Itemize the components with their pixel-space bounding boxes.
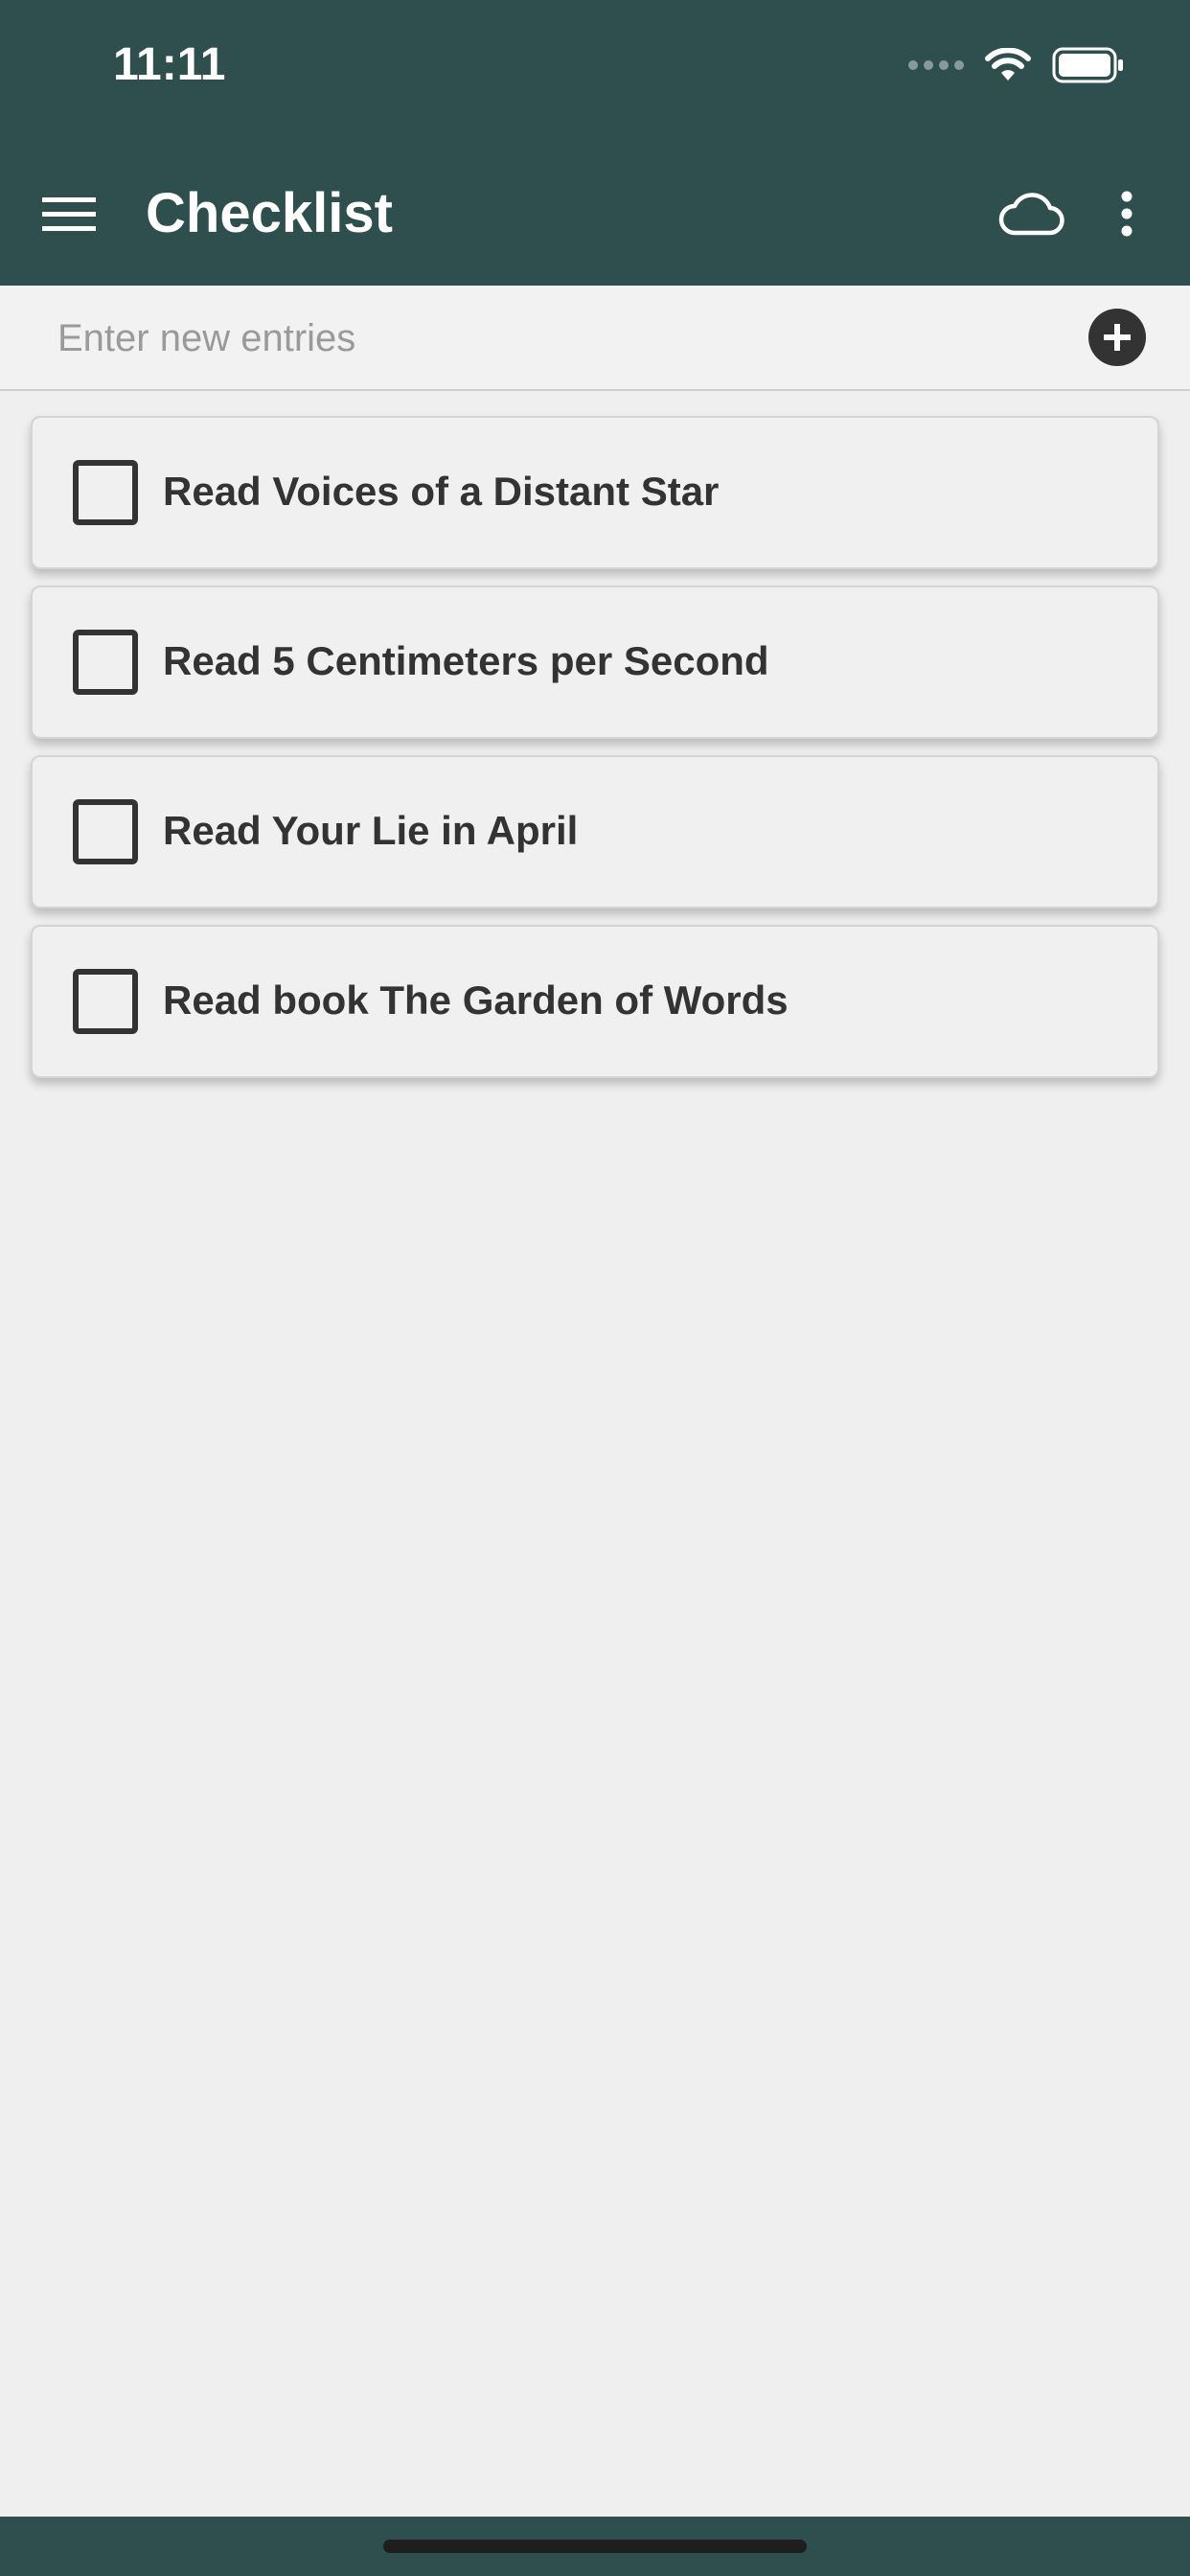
list-item[interactable]: Read 5 Centimeters per Second <box>31 586 1159 739</box>
menu-button[interactable] <box>38 184 100 245</box>
page-title: Checklist <box>146 182 393 244</box>
list-item[interactable]: Read book The Garden of Words <box>31 925 1159 1078</box>
item-label: Read Your Lie in April <box>163 808 579 853</box>
item-checkbox[interactable] <box>73 630 138 695</box>
more-vertical-icon <box>1121 191 1133 237</box>
new-entry-input[interactable] <box>57 307 1054 370</box>
checklist: Read Voices of a Distant Star Read 5 Cen… <box>31 416 1159 1094</box>
item-label: Read 5 Centimeters per Second <box>163 638 769 683</box>
status-indicators <box>908 42 1125 88</box>
cloud-icon <box>998 193 1064 236</box>
hamburger-menu-icon <box>42 197 96 231</box>
cloud-sync-button[interactable] <box>993 182 1069 245</box>
home-indicator[interactable] <box>383 2540 807 2553</box>
item-checkbox[interactable] <box>73 799 138 864</box>
battery-icon <box>1052 47 1123 83</box>
item-label: Read book The Garden of Words <box>163 978 789 1023</box>
item-checkbox[interactable] <box>73 460 138 525</box>
item-checkbox[interactable] <box>73 969 138 1034</box>
wifi-icon <box>985 48 1031 80</box>
more-options-button[interactable] <box>1104 182 1150 245</box>
item-label: Read Voices of a Distant Star <box>163 469 720 514</box>
cellular-signal-icon <box>908 60 964 70</box>
plus-circle-icon <box>1104 324 1131 351</box>
new-entry-bar <box>0 286 1190 391</box>
list-item[interactable]: Read Your Lie in April <box>31 755 1159 908</box>
add-entry-button[interactable] <box>1088 309 1146 366</box>
list-item[interactable]: Read Voices of a Distant Star <box>31 416 1159 569</box>
app-header: 11:11 Checklist <box>0 0 1190 286</box>
status-time: 11:11 <box>113 39 226 90</box>
bottom-bar <box>0 2517 1190 2576</box>
